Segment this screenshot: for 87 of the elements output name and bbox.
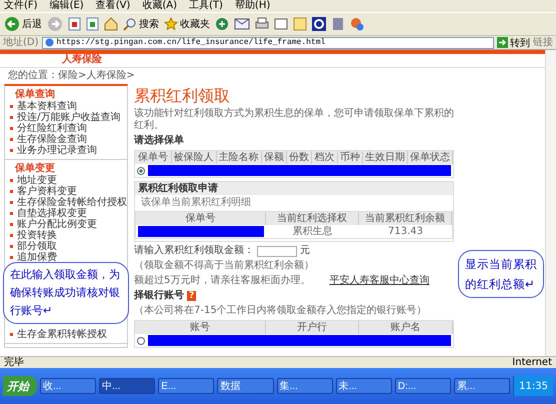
mail-icon[interactable] <box>234 18 250 30</box>
back-button[interactable]: 后退 <box>4 16 42 32</box>
amount-field[interactable] <box>257 246 297 256</box>
zone-text: Internet <box>512 357 552 368</box>
column-header: 档次 <box>312 151 338 164</box>
help-icon[interactable]: ? <box>187 291 196 301</box>
caption-text: 该保单当前累积红利明细 <box>140 197 252 209</box>
intro-text: 该功能针对红利领取方式为累积生息的保单，您可申请领取保单下累积的红利。 <box>134 108 454 132</box>
callout-bubble: 显示当前累积的红利总额↵ <box>458 250 544 298</box>
table-cell-text: 713.43 <box>387 225 424 238</box>
bank-note: （本公司将在7-15个工作日内将领取金额存入您指定的银行账号） <box>134 305 427 317</box>
service-link[interactable]: 平安人寿客服中心查询 <box>329 275 430 287</box>
sidebar-heading: 保单变更 <box>14 163 56 174</box>
clock: 11:35 <box>519 380 548 392</box>
menu-item[interactable]: 查看(V) <box>96 0 130 12</box>
home-icon[interactable] <box>104 17 118 31</box>
address-label: 地址(D) <box>3 36 39 48</box>
status-text: 完毕 <box>4 357 24 368</box>
menu-item[interactable]: 工具(T) <box>189 0 223 12</box>
menu-item[interactable]: 帮助(H) <box>234 0 270 12</box>
column-header: 保单号 <box>135 151 172 164</box>
favorites-button[interactable]: 收藏夹 <box>164 17 210 31</box>
sidebar-item[interactable]: 分红险红利查询 <box>5 123 127 134</box>
task-button[interactable]: 中... <box>99 378 156 394</box>
column-header: 开户行 <box>266 321 360 334</box>
sidebar-heading: 保单查询 <box>14 89 56 100</box>
column-header: 保单状态 <box>408 151 453 164</box>
scrollbar[interactable] <box>545 50 556 356</box>
panel-heading: 累积红利领取申请 <box>135 182 453 195</box>
sidebar-item[interactable]: 基本资料查询 <box>5 101 127 112</box>
task-button[interactable]: 未... <box>336 378 392 394</box>
sidebar-item[interactable]: 账户分配比例变更 <box>5 219 127 230</box>
forward-icon[interactable] <box>47 16 63 32</box>
menu-item[interactable]: 编辑(E) <box>50 0 84 12</box>
column-header: 份数 <box>286 151 312 164</box>
back-icon <box>4 16 20 32</box>
unit-label: 元 <box>300 245 310 257</box>
sidebar-item[interactable]: 地址变更 <box>5 175 127 186</box>
task-button[interactable]: 数据 <box>217 378 274 394</box>
note-icon[interactable] <box>293 17 307 31</box>
links-label[interactable]: 链接 <box>533 36 553 48</box>
column-header: 主险名称 <box>216 151 262 164</box>
column-header: 生效日期 <box>362 151 408 164</box>
sidebar-item[interactable]: 生存保险金查询 <box>5 134 127 145</box>
column-header: 当前累积红利余额 <box>359 212 452 225</box>
search-icon <box>123 17 137 31</box>
column-header: 币种 <box>338 151 363 164</box>
print-icon[interactable] <box>255 17 269 31</box>
amount-note: （领取金额不得高于当前累积红利余额） <box>134 260 314 272</box>
start-button[interactable]: 开始 <box>3 376 37 396</box>
table-cell-text: 累积生息 <box>292 225 334 238</box>
task-button[interactable]: 累... <box>454 378 510 394</box>
task-button[interactable]: E... <box>158 378 214 394</box>
sidebar-item[interactable]: 追加保费 <box>5 252 127 263</box>
sidebar-item[interactable]: 客户资料变更 <box>5 186 127 197</box>
radio-button[interactable] <box>137 166 145 174</box>
column-header: 账户名 <box>359 321 453 334</box>
section-label: 择银行账号 <box>134 290 184 302</box>
address-field[interactable]: https://stg.pingan.com.cn/life_insurance/life_frame.html <box>42 36 494 48</box>
column-header: 保额 <box>262 151 287 164</box>
sidebar-item[interactable]: 业务办理记录查询 <box>5 145 127 156</box>
section-label: 请选择保单 <box>134 135 185 147</box>
task-button[interactable]: 集... <box>276 378 333 394</box>
search-button[interactable]: 搜索 <box>123 17 159 31</box>
sidebar-item[interactable]: 投资转换 <box>5 230 127 241</box>
site-tab[interactable]: 人寿保险 <box>62 54 102 66</box>
sidebar-item[interactable]: 生存保险金转帐给付授权 <box>5 197 127 208</box>
star-icon <box>164 17 178 31</box>
sidebar-item[interactable]: 生存金累积转帐授权 <box>5 329 127 340</box>
notice-text: 额超过5万元时，请亲往客服柜面办理。 <box>134 275 310 287</box>
page-icon <box>44 38 54 47</box>
page-title: 累积红利领取 <box>134 86 231 105</box>
task-button[interactable]: 收... <box>40 378 96 394</box>
column-header: 被保险人 <box>172 151 217 164</box>
column-header: 账号 <box>135 321 266 334</box>
sidebar-item[interactable]: 自垫选择权变更 <box>5 208 127 219</box>
task-button[interactable]: D:... <box>394 378 451 394</box>
messenger-icon[interactable] <box>350 17 364 31</box>
column-header: 当前红利选择权 <box>266 212 360 225</box>
column-header: 保单号 <box>136 212 266 225</box>
amount-label: 请输入累积红利领取金额： <box>134 245 254 257</box>
breadcrumb: 您的位置：保险>人寿保险> <box>0 67 545 84</box>
callout-bubble: 在此输入领取金额，为确保转账成功请核对银行账号↵ <box>3 262 129 324</box>
sidebar-item[interactable]: 部分领取 <box>5 241 127 252</box>
radio-button[interactable] <box>137 336 145 344</box>
sidebar-item[interactable]: 投连/万能账户收益查询 <box>5 112 127 123</box>
menu-item[interactable]: 收藏(A) <box>142 0 177 12</box>
